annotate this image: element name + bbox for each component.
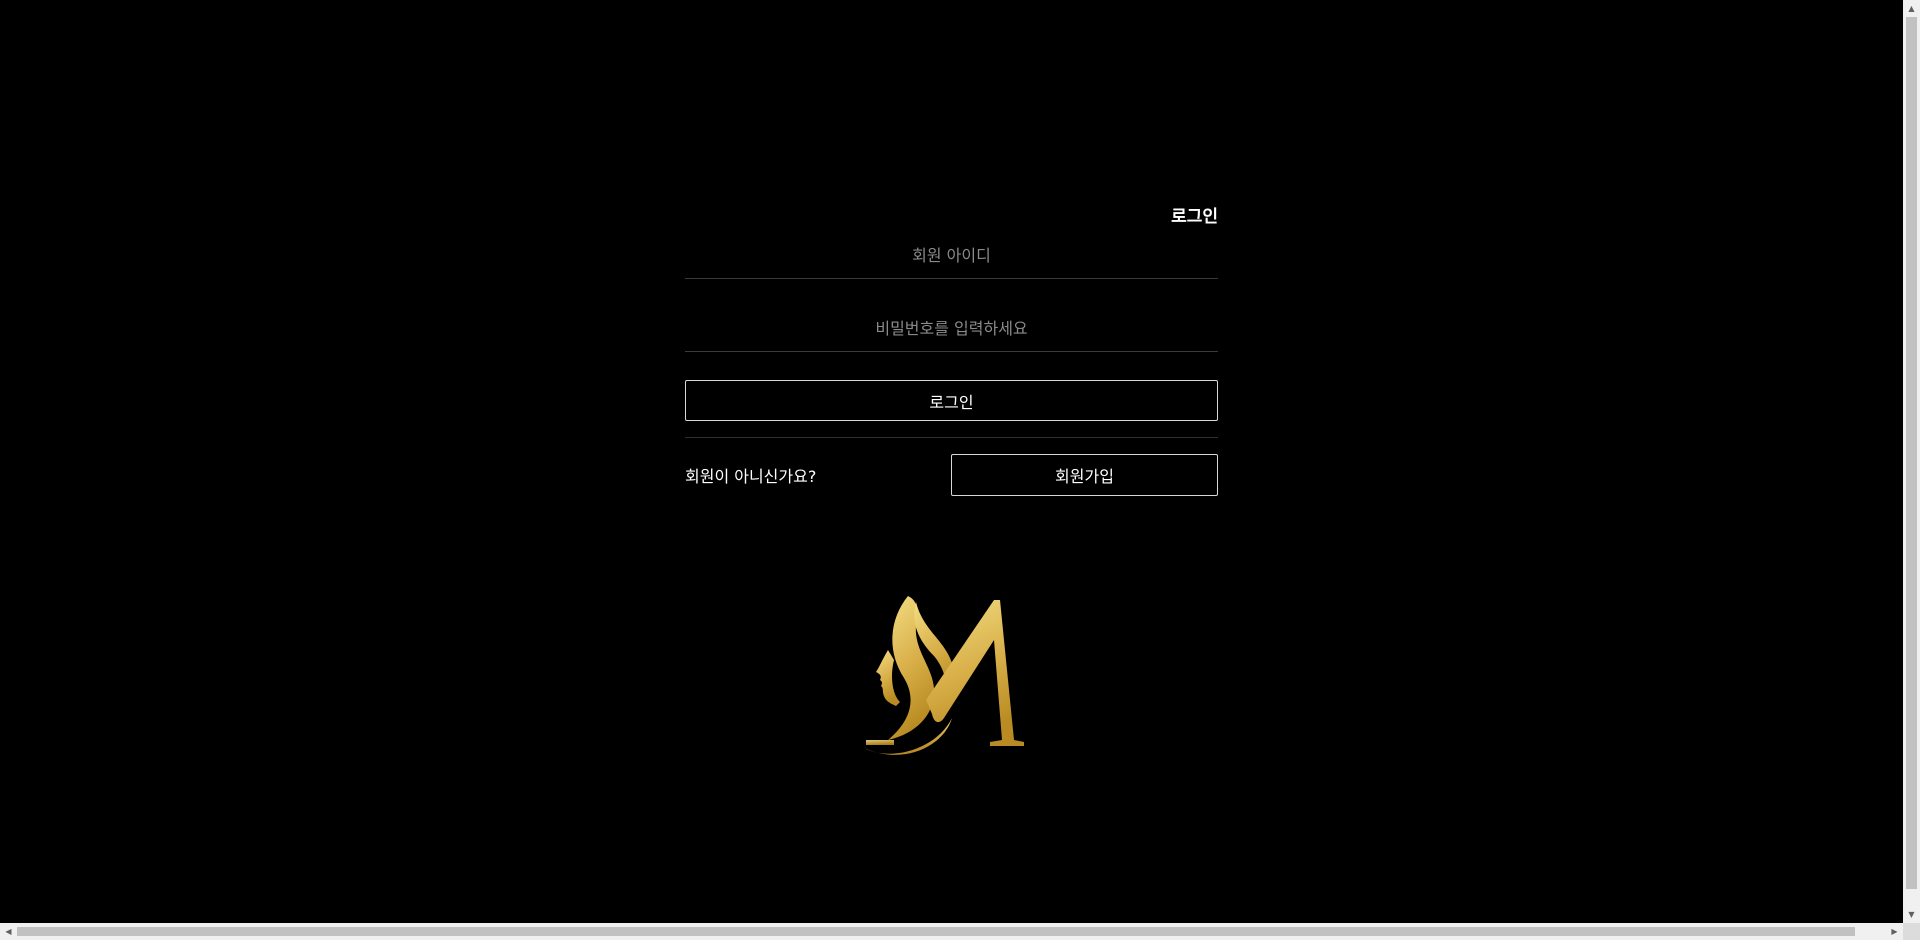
login-title: 로그인 (1171, 207, 1218, 227)
divider (685, 437, 1218, 438)
scroll-right-arrow-icon[interactable]: ▶ (1886, 923, 1903, 940)
scrollbar-corner (1903, 923, 1920, 940)
page: 로그인 로그인 회원이 아니신가요? 회원가입 (0, 0, 1903, 923)
password-field-wrapper (685, 307, 1218, 352)
scroll-up-arrow-icon[interactable]: ▲ (1903, 0, 1920, 17)
horizontal-scroll-thumb[interactable] (17, 927, 1855, 936)
signup-prompt: 회원이 아니신가요? (685, 467, 817, 486)
signup-button[interactable]: 회원가입 (951, 454, 1218, 496)
login-form: 로그인 로그인 회원이 아니신가요? 회원가입 (685, 200, 1218, 496)
scroll-left-arrow-icon[interactable]: ◀ (0, 923, 17, 940)
id-input[interactable] (685, 234, 1218, 277)
signup-row: 회원이 아니신가요? 회원가입 (685, 454, 1218, 496)
id-field-wrapper (685, 234, 1218, 279)
scroll-down-arrow-icon[interactable]: ▼ (1903, 906, 1920, 923)
login-button[interactable]: 로그인 (685, 380, 1218, 421)
m-woman-profile-logo-icon (860, 590, 1045, 760)
vertical-scroll-thumb[interactable] (1906, 17, 1917, 889)
horizontal-scrollbar[interactable]: ◀ ▶ (0, 923, 1903, 940)
vertical-scrollbar[interactable]: ▲ ▼ (1903, 0, 1920, 923)
password-input[interactable] (685, 307, 1218, 350)
